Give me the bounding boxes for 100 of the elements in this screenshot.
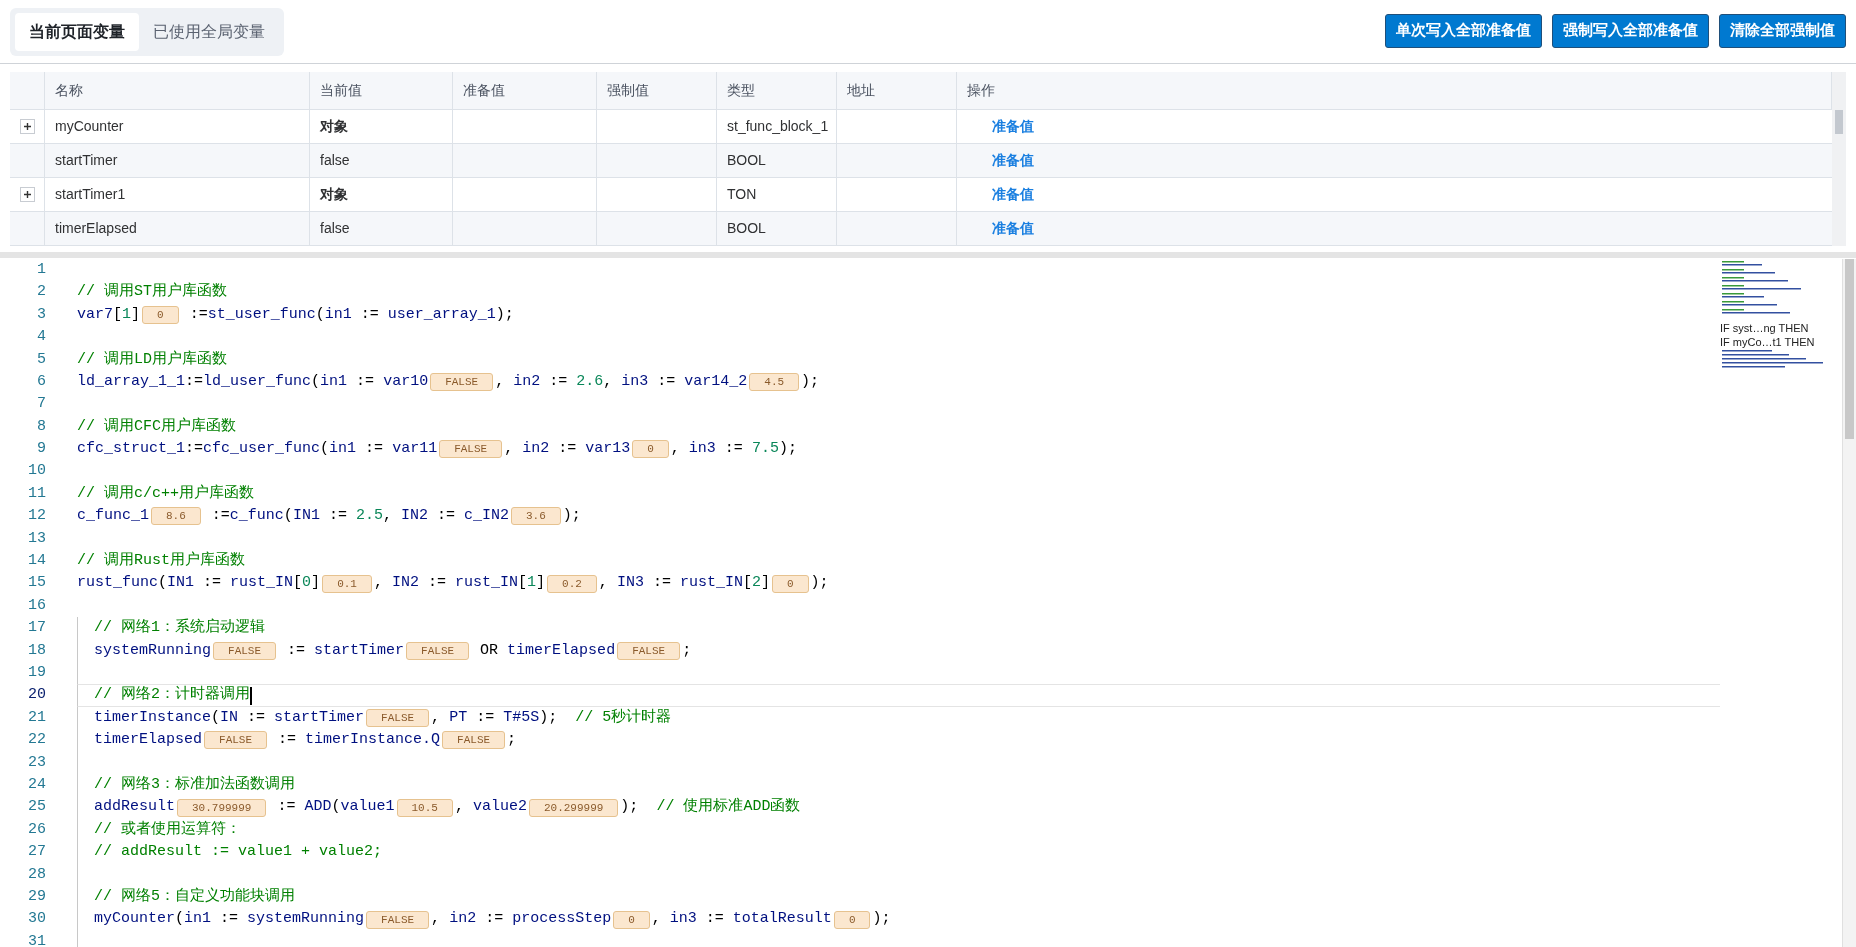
code-identifier: rust_IN — [679, 573, 743, 594]
code-identifier: st_user_func — [207, 304, 316, 325]
code-operator: [ — [293, 573, 303, 594]
table-cell-text: startTimer1 — [55, 185, 126, 204]
code-operator: ); — [778, 439, 797, 460]
code-identifier: IN — [220, 707, 239, 728]
code-operator: := — [355, 371, 376, 392]
code-identifier: PT — [449, 707, 468, 728]
expand-button[interactable] — [19, 119, 35, 134]
line-number: 10 — [28, 462, 46, 480]
table-cell-text: timerElapsed — [55, 219, 137, 238]
value-badge: FALSE — [366, 910, 430, 929]
table-cell-text: BOOL — [727, 219, 766, 238]
code-operator: := — [277, 730, 298, 751]
code-operator: ( — [283, 506, 293, 527]
code-identifier: systemRunning — [94, 640, 212, 661]
line-number: 26 — [28, 820, 46, 838]
tab[interactable]: 当前页面变量 — [15, 12, 139, 51]
code-operator: := — [286, 640, 307, 661]
prepare-value-link[interactable]: 准备值 — [992, 116, 1034, 137]
code-number: 0 — [302, 573, 312, 594]
table-cell-text: startTimer — [55, 151, 118, 170]
table-cell-text: myCounter — [55, 117, 124, 136]
value-badge: 0 — [142, 305, 179, 324]
action-button[interactable]: 强制写入全部准备值 — [1552, 13, 1709, 48]
code-identifier: addResult — [94, 797, 175, 818]
code-identifier: in3 — [669, 909, 697, 930]
code-operator: , — [651, 909, 662, 930]
code-operator: ( — [331, 797, 341, 818]
table-cell-text: st_func_block_1 — [727, 117, 829, 136]
code-number: 7.5 — [751, 439, 779, 460]
code-number: 2.5 — [355, 506, 383, 527]
line-number: 12 — [28, 507, 46, 525]
line-number: 18 — [28, 641, 46, 659]
code-operator: := — [276, 797, 297, 818]
code-operator: ); — [620, 797, 640, 818]
prepare-value-link[interactable]: 准备值 — [992, 218, 1034, 239]
code-identifier: rust_IN — [455, 573, 518, 594]
code-identifier: systemRunning — [247, 909, 365, 930]
code-operator: := — [435, 506, 456, 527]
code-identifier: IN1 — [292, 506, 320, 527]
value-badge: 0.1 — [322, 574, 372, 593]
action-button[interactable]: 单次写入全部准备值 — [1385, 13, 1542, 48]
code-comment: // 或者使用运算符： — [94, 819, 241, 840]
code-operator: , — [431, 707, 442, 728]
code-identifier: in1 — [320, 371, 348, 392]
table-cell-text: TON — [727, 185, 757, 204]
code-operator: := — [202, 573, 223, 594]
value-badge: FALSE — [406, 641, 470, 660]
minimap-label: IF syst…ng THEN — [1720, 321, 1810, 335]
text-cursor — [250, 686, 252, 705]
code-comment: // 调用Rust用户库函数 — [77, 550, 245, 572]
code-operator: := — [484, 909, 505, 930]
code-operator: ] — [131, 304, 141, 325]
code-operator: ); — [801, 371, 820, 392]
code-identifier: var14_2 — [684, 371, 748, 392]
prepare-value-link[interactable]: 准备值 — [992, 184, 1034, 205]
code-operator: , — [454, 797, 465, 818]
plus-icon — [22, 190, 32, 199]
code-operator: := — [723, 439, 744, 460]
code-operator: := — [188, 304, 208, 325]
value-badge: 0 — [613, 910, 650, 929]
expand-button[interactable] — [19, 187, 35, 202]
plus-icon — [22, 122, 32, 131]
column-header: 强制值 — [607, 81, 649, 100]
action-button[interactable]: 清除全部强制值 — [1719, 13, 1846, 48]
code-identifier: totalResult — [732, 909, 832, 930]
line-number: 20 — [28, 686, 46, 704]
code-identifier: cfc_struct_1 — [77, 439, 186, 460]
code-identifier: var10 — [383, 371, 429, 392]
code-number: 2 — [751, 573, 761, 594]
line-number: 31 — [28, 932, 46, 947]
code-comment: // 网络1：系统启动逻辑 — [94, 617, 265, 639]
value-badge: FALSE — [430, 373, 494, 392]
line-number: 22 — [28, 731, 46, 749]
code-operator: := — [651, 573, 672, 594]
code-operator: := — [210, 506, 230, 527]
code-identifier: in3 — [621, 371, 649, 392]
line-number: 27 — [28, 843, 46, 861]
code-operator: := — [185, 439, 204, 460]
code-operator: := — [426, 573, 447, 594]
line-number: 7 — [37, 395, 46, 413]
code-number: 1 — [527, 573, 537, 594]
code-comment: // 调用c/c++用户库函数 — [77, 483, 254, 504]
code-comment: // 调用LD用户库函数 — [77, 349, 227, 370]
code-operator: ; — [507, 730, 517, 751]
code-operator: , — [431, 909, 442, 930]
code-operator: := — [548, 371, 569, 392]
tab[interactable]: 已使用全局变量 — [139, 12, 279, 51]
code-operator: ); — [810, 573, 829, 594]
code-operator: , — [382, 506, 393, 527]
code-comment: // 网络3：标准加法函数调用 — [94, 774, 295, 795]
code-operator: ( — [211, 707, 221, 728]
value-badge: 0 — [833, 910, 871, 929]
code-operator: ( — [158, 573, 168, 594]
value-badge: 4.5 — [749, 373, 800, 392]
code-identifier: IN1 — [167, 573, 195, 594]
line-number: 28 — [28, 865, 46, 883]
prepare-value-link[interactable]: 准备值 — [992, 150, 1034, 171]
line-number: 9 — [37, 440, 46, 458]
